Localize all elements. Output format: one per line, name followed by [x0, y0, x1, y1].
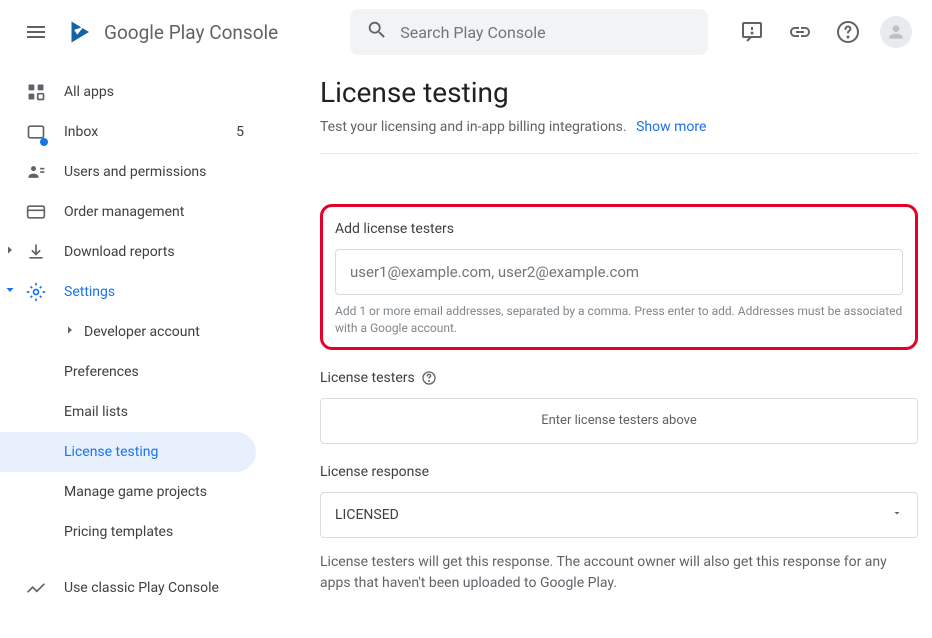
dropdown-icon: [891, 507, 903, 523]
nav-label: Inbox: [64, 124, 98, 140]
sidebar-item-downloads[interactable]: Download reports: [0, 232, 268, 272]
search-icon: [366, 19, 388, 45]
license-testers-label: License testers: [320, 370, 918, 386]
sidebar-sub-license-testing[interactable]: License testing: [0, 432, 256, 472]
sidebar-sub-preferences[interactable]: Preferences: [0, 352, 268, 392]
nav-label: Users and permissions: [64, 164, 206, 180]
page-subtitle: Test your licensing and in-app billing i…: [320, 119, 918, 154]
feedback-button[interactable]: [732, 12, 772, 52]
sidebar-item-users[interactable]: Users and permissions: [0, 152, 268, 192]
sidebar-item-all-apps[interactable]: All apps: [0, 72, 268, 112]
nav-label: All apps: [64, 84, 114, 100]
add-testers-input[interactable]: [335, 249, 903, 295]
nav-label: Email lists: [64, 404, 128, 420]
download-icon: [24, 240, 48, 264]
search-box[interactable]: [350, 9, 708, 55]
sidebar-item-classic-console[interactable]: Use classic Play Console: [0, 568, 268, 608]
credit-card-icon: [24, 200, 48, 224]
sidebar-item-inbox[interactable]: Inbox 5: [0, 112, 268, 152]
main-content: License testing Test your licensing and …: [268, 64, 932, 638]
help-button[interactable]: [828, 12, 868, 52]
license-testers-empty: Enter license testers above: [320, 398, 918, 444]
nav-label: Developer account: [84, 324, 200, 340]
nav-label: Download reports: [64, 244, 175, 260]
add-testers-helper: Add 1 or more email addresses, separated…: [335, 303, 903, 337]
add-testers-label: Add license testers: [335, 221, 903, 237]
sidebar-sub-developer-account[interactable]: Developer account: [40, 312, 268, 352]
nav-label: Order management: [64, 204, 184, 220]
add-testers-highlight: Add license testers Add 1 or more email …: [320, 204, 918, 350]
search-input[interactable]: [400, 23, 692, 42]
sidebar-item-settings[interactable]: Settings: [0, 272, 268, 312]
gear-icon: [24, 280, 48, 304]
nav-label: Use classic Play Console: [64, 580, 219, 596]
nav-label: Manage game projects: [64, 484, 207, 500]
sidebar-sub-email-lists[interactable]: Email lists: [0, 392, 268, 432]
nav-label: License testing: [64, 444, 158, 460]
sidebar: All apps Inbox 5 Users and permissions O…: [0, 64, 268, 638]
trending-icon: [24, 576, 48, 600]
select-value: LICENSED: [335, 507, 399, 523]
license-response-select[interactable]: LICENSED: [320, 492, 918, 538]
page-title: License testing: [320, 76, 918, 109]
help-icon[interactable]: [421, 370, 437, 386]
notification-dot-icon: [40, 138, 48, 146]
sidebar-item-orders[interactable]: Order management: [0, 192, 268, 232]
play-console-logo-icon: [68, 18, 96, 46]
hamburger-menu-button[interactable]: [16, 12, 56, 52]
chevron-right-icon: [64, 324, 80, 340]
sidebar-sub-pricing-templates[interactable]: Pricing templates: [0, 512, 268, 552]
account-button[interactable]: [876, 12, 916, 52]
license-response-label: License response: [320, 464, 918, 480]
inbox-badge: 5: [236, 124, 256, 140]
nav-label: Settings: [64, 284, 115, 300]
sidebar-sub-game-projects[interactable]: Manage game projects: [0, 472, 268, 512]
nav-label: Pricing templates: [64, 524, 173, 540]
link-button[interactable]: [780, 12, 820, 52]
chevron-right-icon: [4, 244, 20, 260]
license-response-description: License testers will get this response. …: [320, 552, 918, 594]
chevron-down-icon: [4, 284, 20, 300]
logo-text: Google Play Console: [104, 21, 278, 44]
nav-label: Preferences: [64, 364, 139, 380]
users-icon: [24, 160, 48, 184]
avatar-icon: [880, 16, 912, 48]
apps-icon: [24, 80, 48, 104]
logo[interactable]: Google Play Console: [68, 18, 278, 46]
show-more-link[interactable]: Show more: [636, 119, 706, 135]
